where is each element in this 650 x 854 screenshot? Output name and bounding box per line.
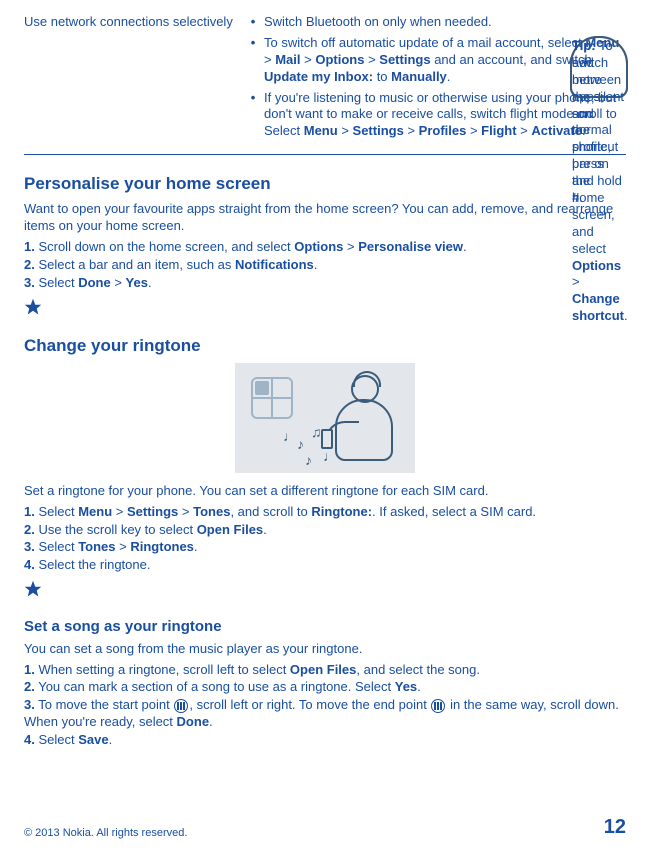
step: 3. Select Tones > Ringtones. [24, 539, 626, 556]
intro-personalise: Want to open your favourite apps straigh… [24, 201, 626, 235]
star-icon [24, 298, 50, 321]
bullet-icon: • [242, 90, 264, 141]
heading-song-ringtone: Set a song as your ringtone [24, 617, 626, 637]
bullet-icon: • [242, 14, 264, 31]
copyright: © 2013 Nokia. All rights reserved. [24, 826, 187, 840]
step: 1. Select Menu > Settings > Tones, and s… [24, 504, 626, 521]
heading-ringtone: Change your ringtone [24, 335, 626, 357]
ringtone-illustration: ♩ ♪ ♫ ♪ ♩ [24, 363, 626, 473]
page-number: 12 [604, 814, 626, 840]
marker-end-icon [431, 699, 445, 713]
bullet-text: Switch Bluetooth on only when needed. [264, 14, 626, 31]
step: 4. Select the ringtone. [24, 557, 626, 574]
step: 3. To move the start point , scroll left… [24, 697, 626, 731]
marker-start-icon [174, 699, 188, 713]
step: 4. Select Save. [24, 732, 626, 749]
step: 3. Select Done > Yes. [24, 275, 626, 292]
network-tips-bullets: •Switch Bluetooth on only when needed.•T… [242, 14, 626, 144]
steps-personalise: 1. Scroll down on the home screen, and s… [24, 239, 626, 292]
steps-song-ringtone: 1. When setting a ringtone, scroll left … [24, 662, 626, 749]
step: 2. Select a bar and an item, such as Not… [24, 257, 626, 274]
bullet-icon: • [242, 35, 264, 86]
network-tips-row: Use network connections selectively •Swi… [24, 14, 626, 155]
step: 2. You can mark a section of a song to u… [24, 679, 626, 696]
step: 1. Scroll down on the home screen, and s… [24, 239, 626, 256]
heading-personalise: Personalise your home screen [24, 173, 626, 195]
page-footer: © 2013 Nokia. All rights reserved. 12 [0, 814, 650, 840]
steps-ringtone: 1. Select Menu > Settings > Tones, and s… [24, 504, 626, 575]
star-icon [24, 580, 50, 603]
step: 2. Use the scroll key to select Open Fil… [24, 522, 626, 539]
tip-ringtone: Tip: To switch between the silent and no… [24, 580, 626, 603]
intro-song-ringtone: You can set a song from the music player… [24, 641, 626, 658]
tip-personalise: Tip: To add more apps, scroll to the sho… [24, 298, 626, 321]
tip-label: Tip: [572, 38, 596, 53]
network-tips-label: Use network connections selectively [24, 14, 242, 144]
intro-ringtone: Set a ringtone for your phone. You can s… [24, 483, 626, 500]
step: 1. When setting a ringtone, scroll left … [24, 662, 626, 679]
